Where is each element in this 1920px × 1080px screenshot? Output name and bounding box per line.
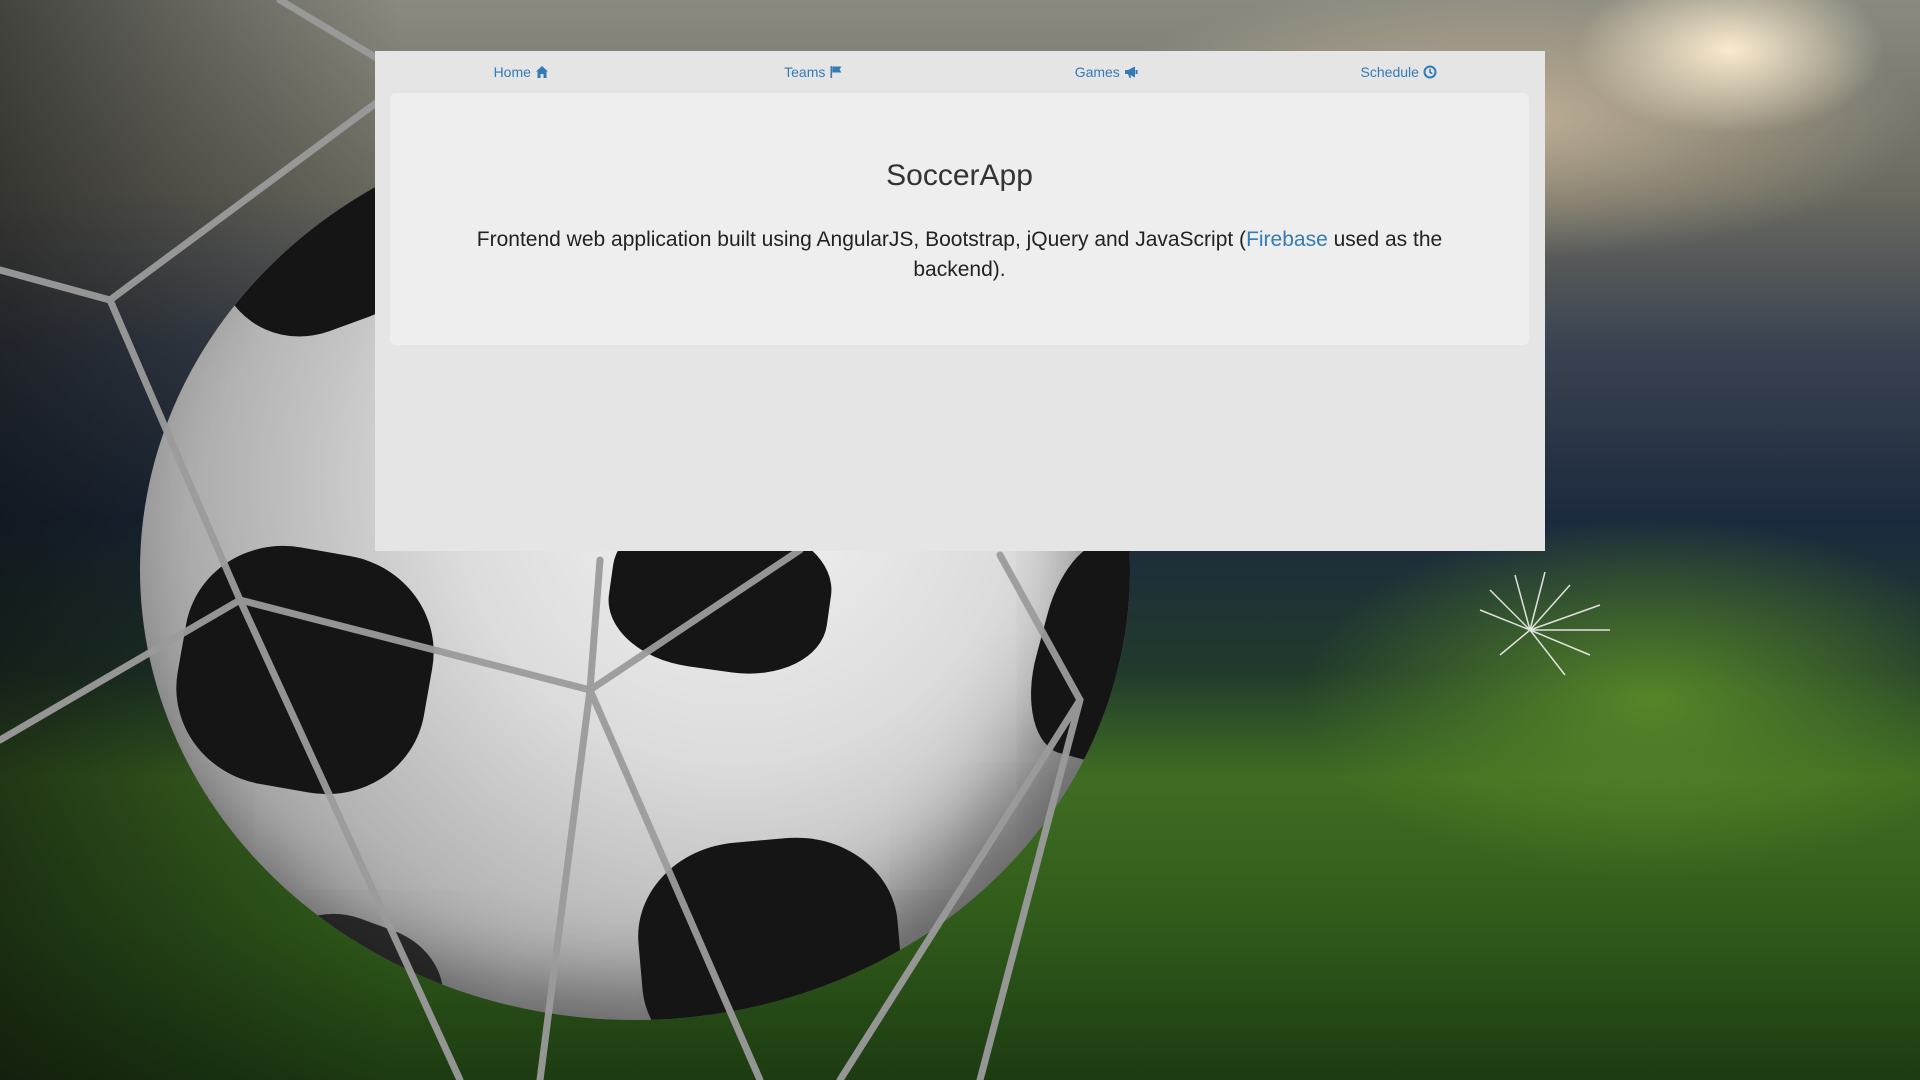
jumbotron: SoccerApp Frontend web application built… <box>390 93 1529 345</box>
top-navbar: Home Teams Games Schedule <box>375 51 1545 92</box>
bullhorn-icon <box>1124 65 1138 79</box>
nav-games[interactable]: Games <box>960 51 1253 92</box>
firebase-link[interactable]: Firebase <box>1246 228 1328 251</box>
home-icon <box>535 65 549 79</box>
nav-teams-label: Teams <box>784 63 826 80</box>
nav-home-label: Home <box>493 63 531 80</box>
nav-home[interactable]: Home <box>375 51 668 92</box>
nav-schedule[interactable]: Schedule <box>1253 51 1546 92</box>
nav-teams[interactable]: Teams <box>668 51 961 92</box>
dandelion-seed-image <box>1479 571 1610 676</box>
flag-icon <box>829 65 843 79</box>
description-text-before: Frontend web application built using Ang… <box>476 228 1247 251</box>
clock-icon <box>1423 65 1437 79</box>
page-title: SoccerApp <box>886 159 1033 192</box>
nav-schedule-label: Schedule <box>1360 63 1419 80</box>
main-panel: Home Teams Games Schedule SoccerApp Fron <box>375 51 1545 551</box>
app-description: Frontend web application built using Ang… <box>470 225 1449 285</box>
nav-games-label: Games <box>1074 63 1120 80</box>
